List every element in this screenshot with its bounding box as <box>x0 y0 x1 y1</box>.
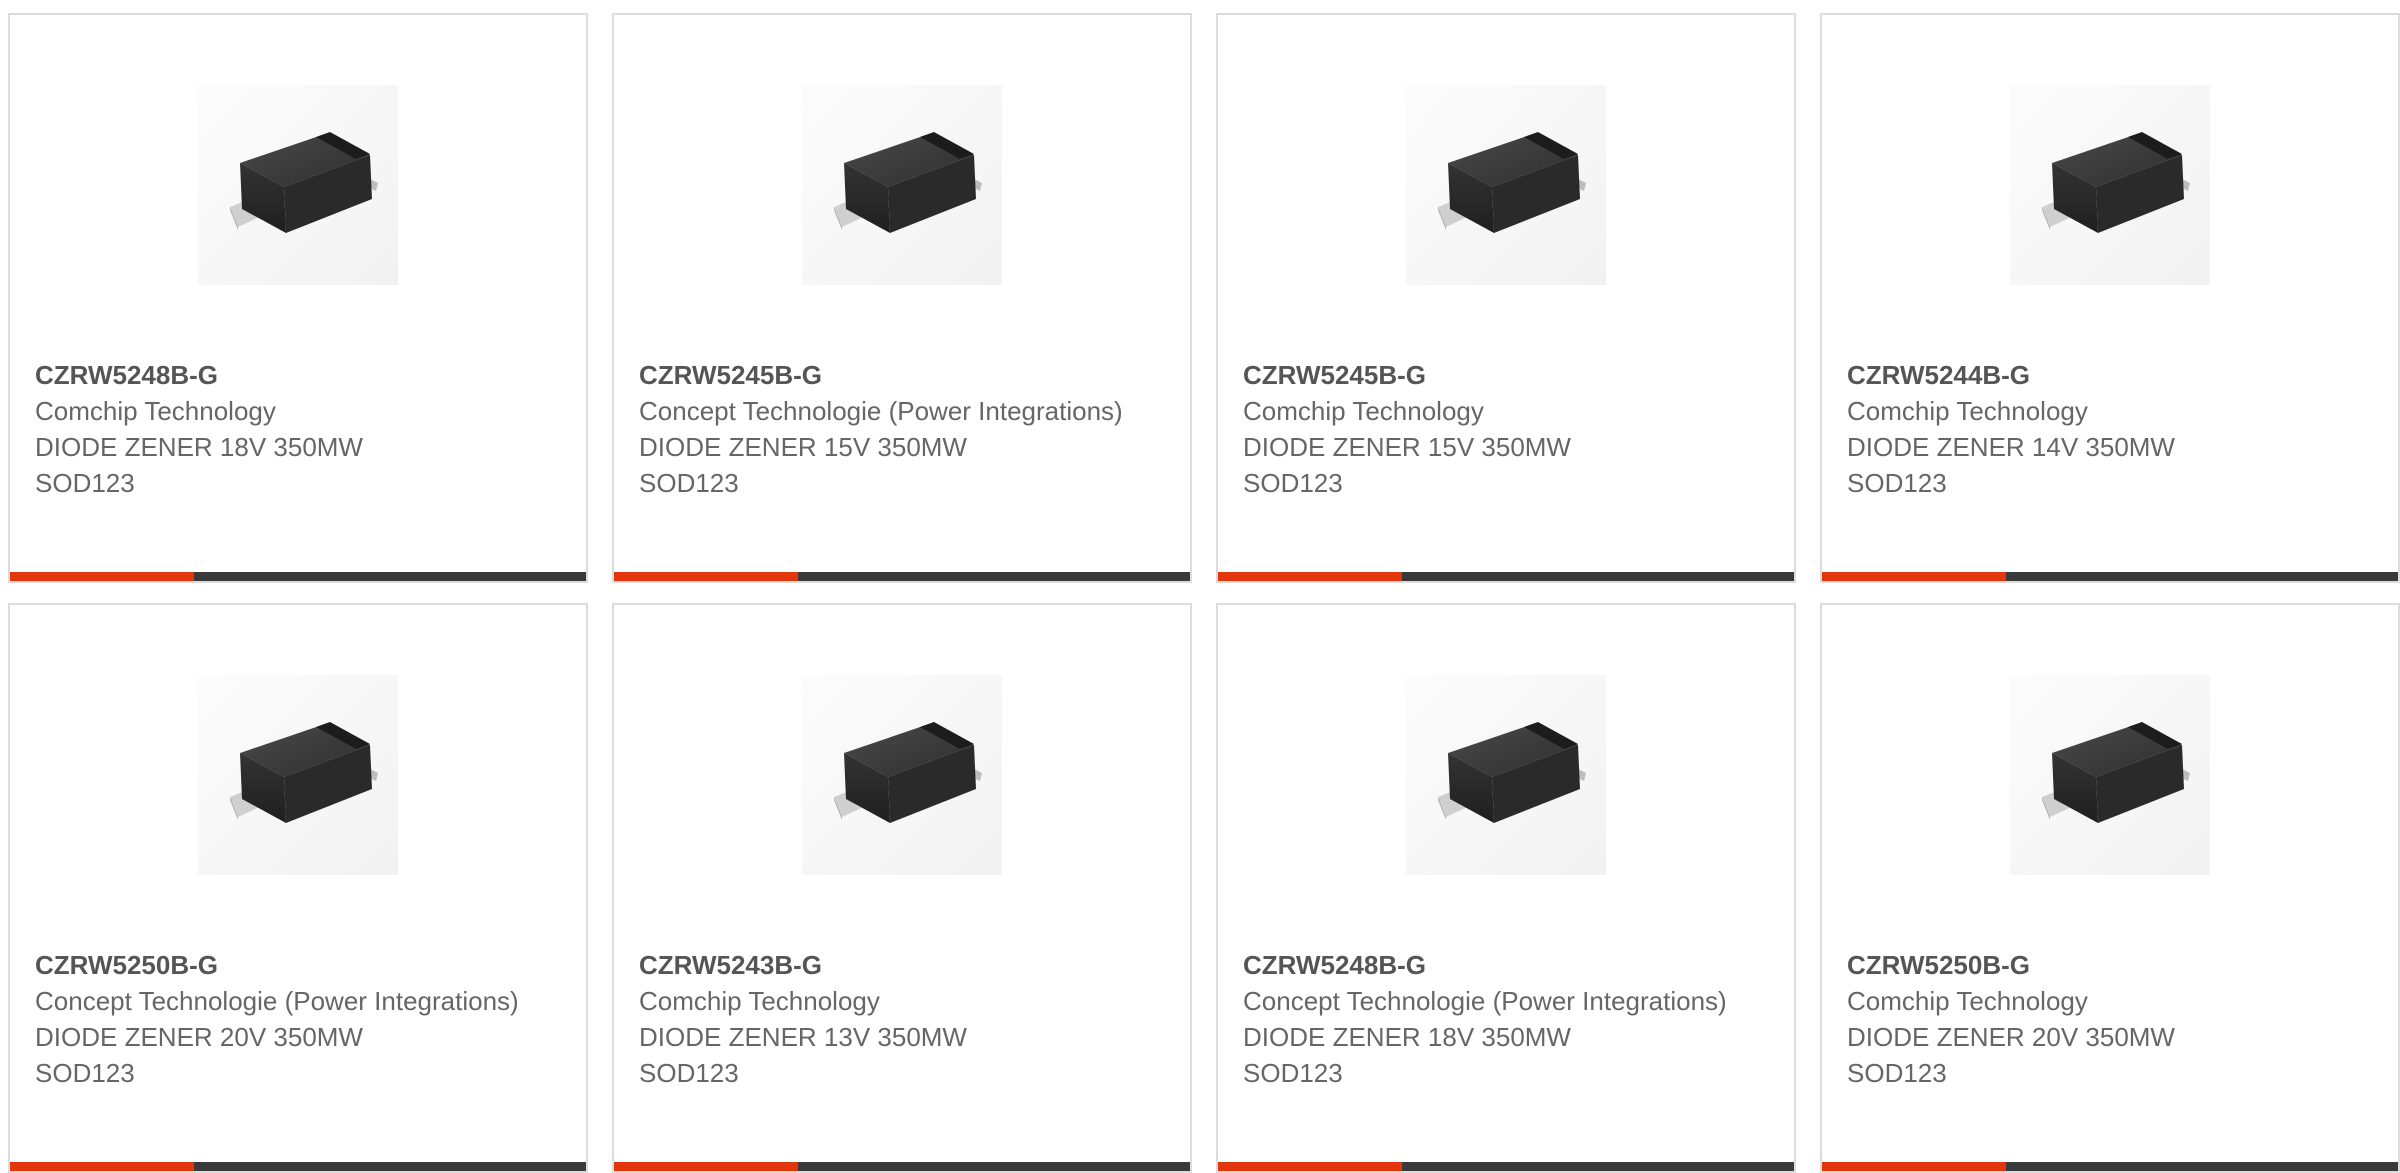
product-card[interactable]: CZRW5245B-G Comchip Technology DIODE ZEN… <box>1216 13 1796 583</box>
product-info: CZRW5248B-G Concept Technologie (Power I… <box>1243 947 1769 1091</box>
part-number[interactable]: CZRW5250B-G <box>1847 947 2373 983</box>
product-info: CZRW5245B-G Comchip Technology DIODE ZEN… <box>1243 357 1769 501</box>
part-number[interactable]: CZRW5245B-G <box>1243 357 1769 393</box>
part-number[interactable]: CZRW5245B-G <box>639 357 1165 393</box>
description-line1: DIODE ZENER 18V 350MW <box>35 432 363 462</box>
part-number[interactable]: CZRW5248B-G <box>35 357 561 393</box>
product-card[interactable]: CZRW5245B-G Concept Technologie (Power I… <box>612 13 1192 583</box>
description-line2: SOD123 <box>1847 1058 1947 1088</box>
sod123-diode-icon[interactable] <box>198 675 398 875</box>
product-card[interactable]: CZRW5248B-G Concept Technologie (Power I… <box>1216 603 1796 1173</box>
description-line2: SOD123 <box>35 468 135 498</box>
sod123-diode-icon[interactable] <box>2010 85 2210 285</box>
product-info: CZRW5250B-G Comchip Technology DIODE ZEN… <box>1847 947 2373 1091</box>
description-line1: DIODE ZENER 20V 350MW <box>1847 1022 2175 1052</box>
sod123-diode-icon[interactable] <box>1406 85 1606 285</box>
product-info: CZRW5248B-G Comchip Technology DIODE ZEN… <box>35 357 561 501</box>
description-line1: DIODE ZENER 15V 350MW <box>1243 432 1571 462</box>
description-line2: SOD123 <box>35 1058 135 1088</box>
product-info: CZRW5245B-G Concept Technologie (Power I… <box>639 357 1165 501</box>
manufacturer: Concept Technologie (Power Integrations) <box>35 986 519 1016</box>
card-bottom-bar <box>1822 572 2398 581</box>
description-line2: SOD123 <box>639 468 739 498</box>
description-line1: DIODE ZENER 15V 350MW <box>639 432 967 462</box>
sod123-diode-icon[interactable] <box>198 85 398 285</box>
sod123-diode-icon[interactable] <box>802 85 1002 285</box>
manufacturer: Concept Technologie (Power Integrations) <box>1243 986 1727 1016</box>
manufacturer: Comchip Technology <box>1847 986 2088 1016</box>
description-line2: SOD123 <box>639 1058 739 1088</box>
sod123-diode-icon[interactable] <box>2010 675 2210 875</box>
manufacturer: Comchip Technology <box>35 396 276 426</box>
manufacturer: Comchip Technology <box>1243 396 1484 426</box>
product-card[interactable]: CZRW5248B-G Comchip Technology DIODE ZEN… <box>8 13 588 583</box>
card-bottom-bar <box>1218 572 1794 581</box>
card-bottom-bar <box>10 572 586 581</box>
product-grid: CZRW5248B-G Comchip Technology DIODE ZEN… <box>8 13 2400 1173</box>
part-number[interactable]: CZRW5248B-G <box>1243 947 1769 983</box>
product-info: CZRW5244B-G Comchip Technology DIODE ZEN… <box>1847 357 2373 501</box>
part-number[interactable]: CZRW5243B-G <box>639 947 1165 983</box>
card-accent-bar <box>10 572 194 581</box>
product-card[interactable]: CZRW5250B-G Comchip Technology DIODE ZEN… <box>1820 603 2400 1173</box>
sod123-diode-icon[interactable] <box>802 675 1002 875</box>
card-accent-bar <box>1822 572 2006 581</box>
product-card[interactable]: CZRW5250B-G Concept Technologie (Power I… <box>8 603 588 1173</box>
part-number[interactable]: CZRW5244B-G <box>1847 357 2373 393</box>
description-line2: SOD123 <box>1243 468 1343 498</box>
manufacturer: Concept Technologie (Power Integrations) <box>639 396 1123 426</box>
product-card[interactable]: CZRW5243B-G Comchip Technology DIODE ZEN… <box>612 603 1192 1173</box>
card-accent-bar <box>1218 572 1402 581</box>
card-bottom-bar <box>614 572 1190 581</box>
description-line2: SOD123 <box>1243 1058 1343 1088</box>
part-number[interactable]: CZRW5250B-G <box>35 947 561 983</box>
product-card[interactable]: CZRW5244B-G Comchip Technology DIODE ZEN… <box>1820 13 2400 583</box>
description-line1: DIODE ZENER 18V 350MW <box>1243 1022 1571 1052</box>
description-line1: DIODE ZENER 13V 350MW <box>639 1022 967 1052</box>
description-line2: SOD123 <box>1847 468 1947 498</box>
product-info: CZRW5250B-G Concept Technologie (Power I… <box>35 947 561 1091</box>
manufacturer: Comchip Technology <box>639 986 880 1016</box>
manufacturer: Comchip Technology <box>1847 396 2088 426</box>
sod123-diode-icon[interactable] <box>1406 675 1606 875</box>
product-info: CZRW5243B-G Comchip Technology DIODE ZEN… <box>639 947 1165 1091</box>
description-line1: DIODE ZENER 14V 350MW <box>1847 432 2175 462</box>
description-line1: DIODE ZENER 20V 350MW <box>35 1022 363 1052</box>
card-accent-bar <box>614 572 798 581</box>
